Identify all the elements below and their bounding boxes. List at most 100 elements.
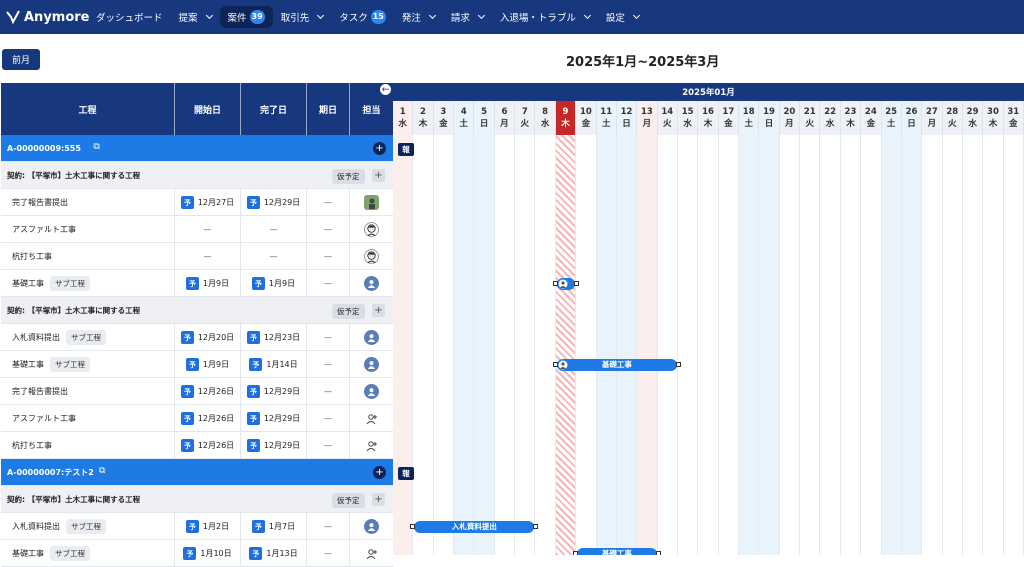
project-row[interactable]: A-00000009:555 ⧉ +: [1, 135, 393, 162]
user-photo-avatar[interactable]: [364, 195, 379, 210]
task-row[interactable]: 杭打ち工事 — — —: [1, 243, 393, 270]
task-row[interactable]: アスファルト工事予 12月26日予 12月29日 —: [1, 405, 393, 432]
task-start-cell[interactable]: 予 12月27日: [175, 189, 241, 216]
user-avatar-icon[interactable]: [364, 276, 379, 291]
task-row[interactable]: 入札資料提出 サブ工程予 1月2日予 1月7日 —: [1, 513, 393, 540]
project-row[interactable]: A-00000007:テスト2 ⧉ +: [1, 459, 393, 486]
add-button[interactable]: +: [372, 304, 385, 317]
task-assignee-cell[interactable]: [350, 243, 393, 270]
tentative-button[interactable]: 仮予定: [332, 169, 365, 184]
task-assignee-cell[interactable]: [350, 378, 393, 405]
task-start-cell[interactable]: 予 12月20日: [175, 324, 241, 351]
task-end-cell[interactable]: 予 12月29日: [241, 405, 307, 432]
nav-item[interactable]: 請求: [443, 6, 492, 28]
nav-item[interactable]: タスク 15: [331, 6, 394, 28]
date-column-header: 14 火: [657, 101, 678, 135]
task-start-cell[interactable]: 予 1月9日: [175, 270, 241, 297]
task-end-cell[interactable]: —: [241, 243, 307, 270]
task-assignee-cell[interactable]: [350, 540, 393, 567]
user-avatar-icon[interactable]: [364, 384, 379, 399]
task-assignee-cell[interactable]: [350, 324, 393, 351]
task-assignee-cell[interactable]: [350, 351, 393, 378]
add-button[interactable]: +: [372, 493, 385, 506]
task-start-cell[interactable]: —: [175, 243, 241, 270]
task-row[interactable]: 入札資料提出 サブ工程予 12月20日予 12月23日 —: [1, 324, 393, 351]
task-assignee-cell[interactable]: [350, 189, 393, 216]
project-title[interactable]: A-00000007:テスト2: [7, 459, 94, 486]
date-weekday: 日: [907, 119, 916, 129]
task-end-cell[interactable]: 予 1月7日: [241, 513, 307, 540]
task-end-cell[interactable]: 予 12月23日: [241, 324, 307, 351]
task-end-cell[interactable]: 予 1月14日: [241, 351, 307, 378]
task-start-cell[interactable]: 予 12月26日: [175, 378, 241, 405]
user-face-avatar[interactable]: [364, 249, 379, 264]
task-end-cell[interactable]: 予 12月29日: [241, 378, 307, 405]
nav-item[interactable]: 発注: [394, 6, 443, 28]
task-row[interactable]: 完了報告書提出予 12月26日予 12月29日 —: [1, 378, 393, 405]
project-title[interactable]: A-00000009:555: [7, 135, 81, 162]
task-row[interactable]: アスファルト工事 — — —: [1, 216, 393, 243]
bar-resize-handle[interactable]: [675, 362, 681, 367]
brand-logo[interactable]: Anymore: [6, 7, 90, 27]
bar-resize-handle[interactable]: [552, 281, 558, 286]
task-assignee-cell[interactable]: [350, 513, 393, 540]
nav-item[interactable]: 取引先: [273, 6, 332, 28]
nav-item[interactable]: 案件 39: [219, 6, 273, 28]
task-start-cell[interactable]: 予 1月10日: [175, 540, 241, 567]
prev-month-button[interactable]: 前月: [2, 49, 40, 70]
plan-tag: 予: [249, 358, 263, 371]
task-row[interactable]: 基礎工事 サブ工程予 1月10日予 1月13日 —: [1, 540, 393, 567]
tentative-button[interactable]: 仮予定: [332, 304, 365, 319]
task-end-cell[interactable]: 予 1月9日: [241, 270, 307, 297]
bar-resize-handle[interactable]: [655, 551, 661, 555]
task-assignee-cell[interactable]: [350, 405, 393, 432]
add-button[interactable]: +: [373, 466, 386, 479]
task-end-cell[interactable]: 予 1月13日: [241, 540, 307, 567]
bar-resize-handle[interactable]: [573, 551, 579, 555]
nav-item[interactable]: ダッシュボード: [88, 6, 171, 28]
add-assignee-icon[interactable]: [364, 438, 379, 453]
collapse-arrow-icon[interactable]: ←: [379, 83, 392, 96]
date-day: 6: [501, 107, 508, 117]
task-start-cell[interactable]: —: [175, 216, 241, 243]
task-start-cell[interactable]: 予 12月26日: [175, 432, 241, 459]
nav-item[interactable]: 入退場・トラブル: [492, 6, 598, 28]
add-button[interactable]: +: [373, 142, 386, 155]
task-assignee-cell[interactable]: [350, 216, 393, 243]
task-start-cell[interactable]: 予 12月26日: [175, 405, 241, 432]
add-button[interactable]: +: [372, 169, 385, 182]
tentative-button[interactable]: 仮予定: [332, 493, 365, 508]
bar-resize-handle[interactable]: [533, 524, 539, 529]
date-weekday: 水: [540, 119, 550, 129]
bar-resize-handle[interactable]: [552, 362, 558, 367]
user-avatar-icon[interactable]: [364, 519, 379, 534]
bar-resize-handle[interactable]: [410, 524, 416, 529]
add-assignee-icon[interactable]: [364, 411, 379, 426]
task-row[interactable]: 杭打ち工事予 12月26日予 12月29日 —: [1, 432, 393, 459]
task-row[interactable]: 完了報告書提出予 12月27日予 12月29日 —: [1, 189, 393, 216]
external-link-icon[interactable]: ⧉: [99, 466, 105, 476]
nav-item[interactable]: 設定: [598, 6, 647, 28]
task-assignee-cell[interactable]: [350, 270, 393, 297]
gantt-bar[interactable]: 入札資料提出: [414, 520, 535, 533]
date-day: 7: [521, 107, 528, 117]
gantt-bar[interactable]: [556, 277, 576, 290]
task-row[interactable]: 基礎工事 サブ工程予 1月9日予 1月14日 —: [1, 351, 393, 378]
bar-resize-handle[interactable]: [574, 281, 580, 286]
task-start-cell[interactable]: 予 1月2日: [175, 513, 241, 540]
task-assignee-cell[interactable]: [350, 432, 393, 459]
user-avatar-icon[interactable]: [364, 330, 379, 345]
user-avatar-icon[interactable]: [364, 357, 379, 372]
date-weekday: 木: [846, 119, 855, 129]
user-face-avatar[interactable]: [364, 222, 379, 237]
add-assignee-icon[interactable]: [364, 546, 379, 561]
task-end-cell[interactable]: —: [241, 216, 307, 243]
task-row[interactable]: 基礎工事 サブ工程予 1月9日予 1月9日 —: [1, 270, 393, 297]
task-end-cell[interactable]: 予 12月29日: [241, 189, 307, 216]
task-end-cell[interactable]: 予 12月29日: [241, 432, 307, 459]
external-link-icon[interactable]: ⧉: [93, 142, 99, 152]
nav-item[interactable]: 提案: [171, 6, 220, 28]
gantt-bar[interactable]: 基礎工事: [577, 547, 657, 555]
gantt-bar[interactable]: 基礎工事: [556, 358, 677, 371]
task-start-cell[interactable]: 予 1月9日: [175, 351, 241, 378]
